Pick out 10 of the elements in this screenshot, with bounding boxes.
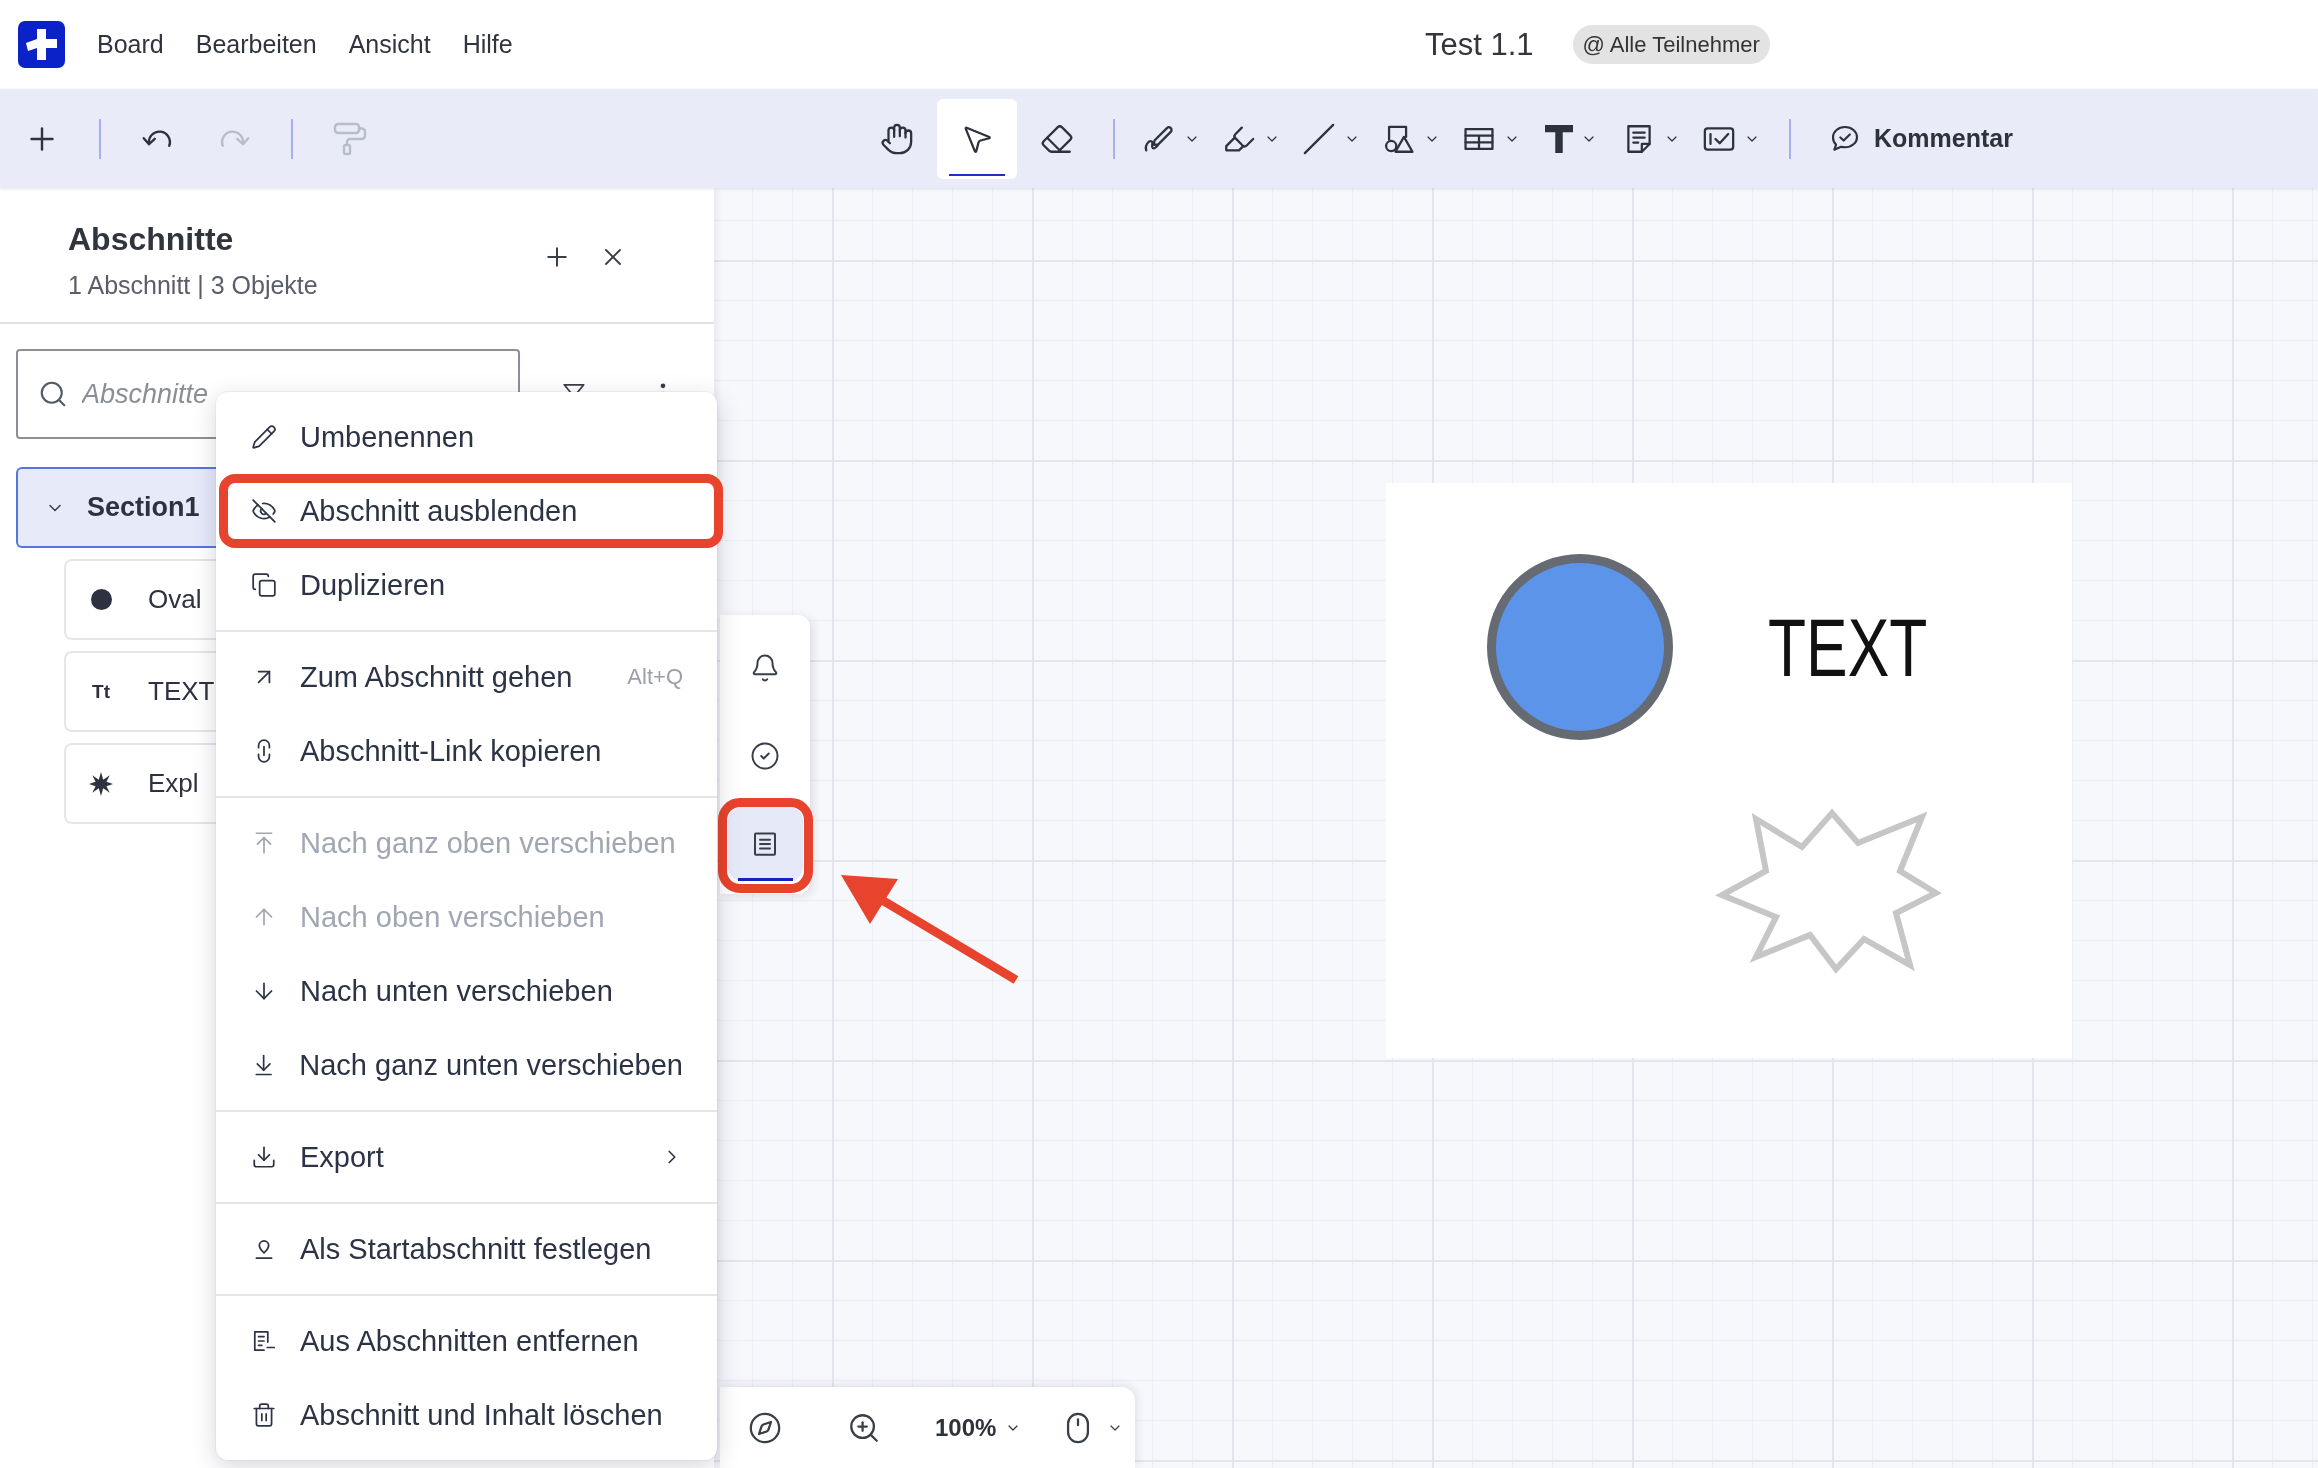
canvas-text: TEXT [1768,607,1928,689]
section-name: Section1 [87,492,200,523]
object-name: Expl [148,768,199,799]
board-title: Test 1.1 [1425,26,1534,63]
panel-summary: 1 Abschnitt | 3 Objekte [68,270,318,300]
shortcut-hint: Alt+Q [627,664,683,690]
object-name: TEXT [148,676,215,707]
object-name: Oval [148,584,202,615]
panel-title: Abschnitte [68,220,234,258]
text-glyph: Tt [92,682,110,701]
